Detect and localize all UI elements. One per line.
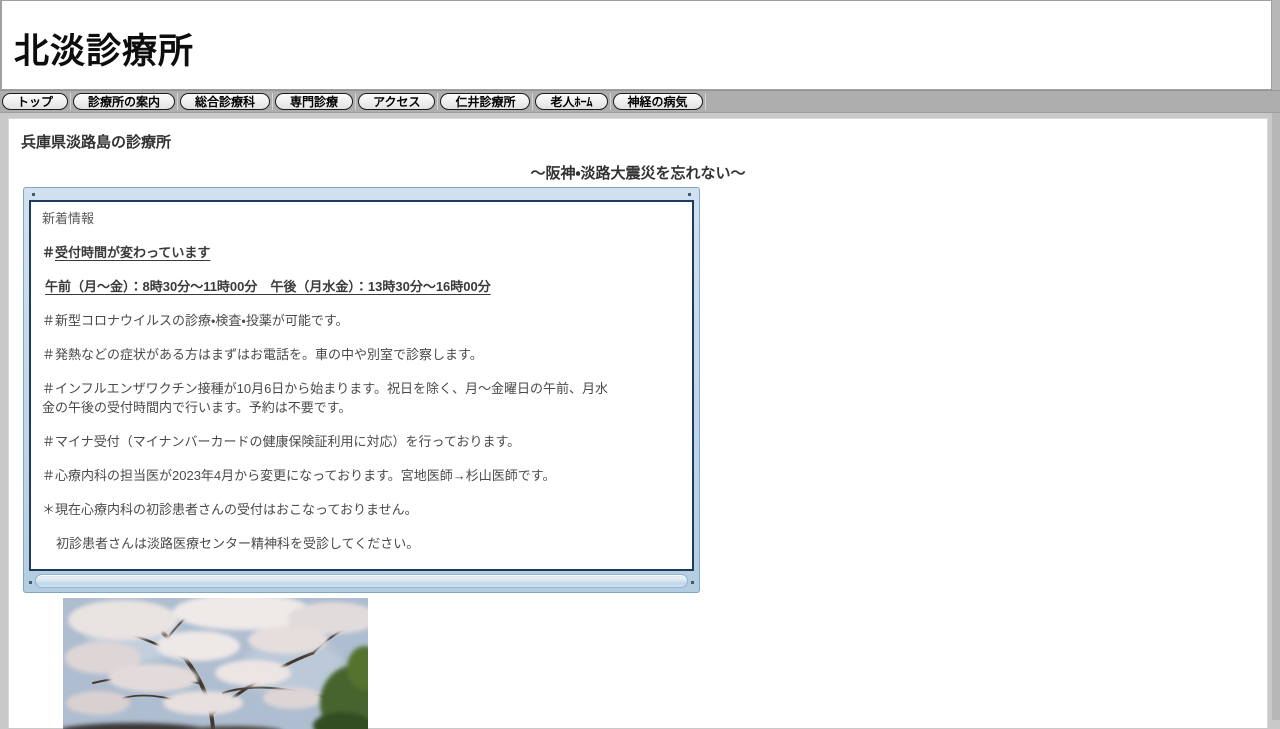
news-title: 新着情報 (42, 209, 681, 228)
news-item-doctor-change: ＃心療内科の担当医が2023年4月から変更になっております。宮地医師→杉山医師で… (42, 466, 681, 485)
scrollbar-arrow-icon[interactable] (691, 581, 694, 584)
earthquake-tagline: 〜阪神・淡路大震災を忘れない〜 (9, 162, 1267, 183)
site-header: 北淡診療所 (0, 0, 1272, 90)
tab-separator (272, 93, 273, 110)
nav-tab-nursing-home[interactable]: 老人ﾎｰﾑ (535, 93, 607, 110)
notice-prefix: ＃ (42, 245, 55, 260)
tab-separator (532, 93, 533, 110)
news-box: 新着情報 ＃受付時間が変わっています 午前（月〜金）：8時30分〜11時00分 … (23, 187, 700, 593)
page-heading: 兵庫県淡路島の診療所 (21, 131, 171, 152)
tab-separator (177, 93, 178, 110)
nav-tab-top[interactable]: トップ (2, 93, 68, 110)
scrollbar-thumb[interactable] (35, 574, 688, 588)
news-item-myna: ＃マイナ受付（マイナンバーカードの健康保険証利用に対応）を行っております。 (42, 432, 681, 451)
scrollbar-arrow-icon[interactable] (688, 193, 691, 196)
main-content: 兵庫県淡路島の診療所 〜阪神・淡路大震災を忘れない〜 新着情報 ＃受付時間が変わ… (8, 118, 1268, 728)
nav-tab-neurological-disease[interactable]: 神経の病気 (613, 93, 703, 110)
nav-tab-specialty[interactable]: 専門診療 (275, 93, 353, 110)
news-scroll-panel[interactable]: 新着情報 ＃受付時間が変わっています 午前（月〜金）：8時30分〜11時00分 … (29, 200, 694, 571)
notice-title: 受付時間が変わっています (55, 245, 210, 260)
tab-separator (355, 93, 356, 110)
scrollbar-arrow-icon[interactable] (29, 581, 32, 584)
tab-separator (437, 93, 438, 110)
nav-tab-access[interactable]: アクセス (358, 93, 435, 110)
cherry-blossom-illustration (63, 598, 368, 729)
nav-tab-clinic-guide[interactable]: 診療所の案内 (73, 93, 175, 110)
scrollbar-arrow-icon[interactable] (32, 193, 35, 196)
main-nav: トップ 診療所の案内 総合診療科 専門診療 アクセス 仁井診療所 老人ﾎｰﾑ 神… (0, 90, 1280, 113)
site-title: 北淡診療所 (2, 1, 1271, 74)
news-item-first-visit-note: ＊現在心療内科の初診患者さんの受付はおこなっておりません。 (42, 500, 681, 519)
news-item-referral: 初診患者さんは淡路医療センター精神科を受診してください。 (42, 534, 681, 553)
tab-separator (705, 93, 706, 110)
tab-separator (610, 93, 611, 110)
horizontal-scrollbar[interactable] (26, 573, 697, 590)
news-item-fever: ＃発熱などの症状がある方はまずはお電話を。車の中や別室で診察します。 (42, 345, 681, 364)
reception-hours: 午前（月〜金）：8時30分〜11時00分 午後（月水金）：13時30分〜16時0… (42, 277, 681, 296)
news-item-flu-vaccine: ＃インフルエンザワクチン接種が10月6日から始まります。祝日を除く、月〜金曜日の… (42, 379, 681, 417)
nav-tab-nii-clinic[interactable]: 仁井診療所 (440, 93, 530, 110)
tab-separator (70, 93, 71, 110)
news-notice-heading: ＃受付時間が変わっています (42, 243, 681, 262)
nav-tab-general-medicine[interactable]: 総合診療科 (180, 93, 270, 110)
news-item-covid: ＃新型コロナウイルスの診療・検査・投薬が可能です。 (42, 311, 681, 330)
cherry-blossom-photo (63, 598, 368, 729)
